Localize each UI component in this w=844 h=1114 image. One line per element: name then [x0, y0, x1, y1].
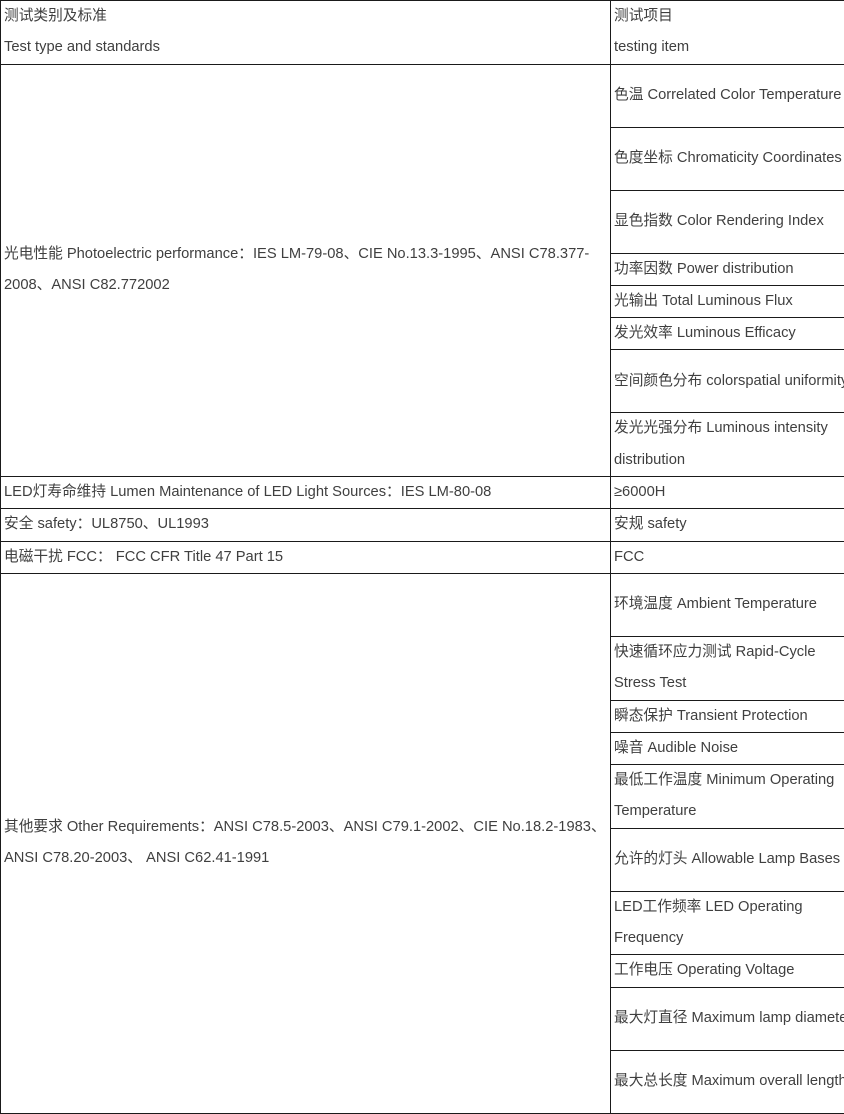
category-cell-lumen-maintenance: LED灯寿命维持 Lumen Maintenance of LED Light … — [1, 477, 611, 509]
category-cell-photoelectric: 光电性能 Photoelectric performance：IES LM-79… — [1, 64, 611, 476]
testing-item-cell: 瞬态保护 Transient Protection — [611, 700, 844, 732]
testing-item-cell: 快速循环应力测试 Rapid-Cycle Stress Test — [611, 636, 844, 700]
table-row: 其他要求 Other Requirements：ANSI C78.5-2003、… — [1, 573, 844, 636]
header-cell-test-type: 测试类别及标准 Test type and standards — [1, 1, 611, 65]
testing-item-cell: 功率因数 Power distribution — [611, 253, 844, 285]
testing-item-cell: 色温 Correlated Color Temperature — [611, 64, 844, 127]
header-left-cn: 测试类别及标准 — [4, 1, 607, 32]
table-row: 电磁干扰 FCC： FCC CFR Title 47 Part 15 FCC — [1, 541, 844, 573]
testing-item-cell: 允许的灯头 Allowable Lamp Bases — [611, 828, 844, 891]
test-standards-table: 测试类别及标准 Test type and standards 测试项目 tes… — [0, 0, 844, 1114]
header-right-cn: 测试项目 — [614, 1, 844, 32]
category-cell-emi-fcc: 电磁干扰 FCC： FCC CFR Title 47 Part 15 — [1, 541, 611, 573]
testing-item-cell: 工作电压 Operating Voltage — [611, 955, 844, 987]
testing-item-cell: 色度坐标 Chromaticity Coordinates — [611, 127, 844, 190]
testing-item-cell: 噪音 Audible Noise — [611, 732, 844, 764]
category-cell-other-requirements: 其他要求 Other Requirements：ANSI C78.5-2003、… — [1, 573, 611, 1113]
testing-item-cell: 最低工作温度 Minimum Operating Temperature — [611, 765, 844, 829]
testing-item-cell: 最大灯直径 Maximum lamp diameter — [611, 987, 844, 1050]
testing-item-cell: 光输出 Total Luminous Flux — [611, 285, 844, 317]
testing-item-cell: 空间颜色分布 colorspatial uniformity — [611, 350, 844, 413]
testing-item-cell: 最大总长度 Maximum overall length — [611, 1050, 844, 1113]
header-left-en: Test type and standards — [4, 32, 607, 63]
table-row: 安全 safety：UL8750、UL1993 安规 safety — [1, 509, 844, 541]
testing-item-cell: 环境温度 Ambient Temperature — [611, 573, 844, 636]
table-row: LED灯寿命维持 Lumen Maintenance of LED Light … — [1, 477, 844, 509]
table-body: 测试类别及标准 Test type and standards 测试项目 tes… — [1, 1, 844, 1114]
header-cell-testing-item: 测试项目 testing item — [611, 1, 844, 65]
testing-item-cell: ≥6000H — [611, 477, 844, 509]
header-right-en: testing item — [614, 32, 844, 63]
testing-item-cell: 发光效率 Luminous Efficacy — [611, 318, 844, 350]
testing-item-cell: FCC — [611, 541, 844, 573]
testing-item-cell: 显色指数 Color Rendering Index — [611, 190, 844, 253]
category-cell-safety: 安全 safety：UL8750、UL1993 — [1, 509, 611, 541]
testing-item-cell: 安规 safety — [611, 509, 844, 541]
testing-item-cell: 发光光强分布 Luminous intensity distribution — [611, 413, 844, 477]
testing-item-cell: LED工作频率 LED Operating Frequency — [611, 891, 844, 955]
spec-table-sheet: 测试类别及标准 Test type and standards 测试项目 tes… — [0, 0, 844, 1012]
table-header-row: 测试类别及标准 Test type and standards 测试项目 tes… — [1, 1, 844, 65]
table-row: 光电性能 Photoelectric performance：IES LM-79… — [1, 64, 844, 127]
